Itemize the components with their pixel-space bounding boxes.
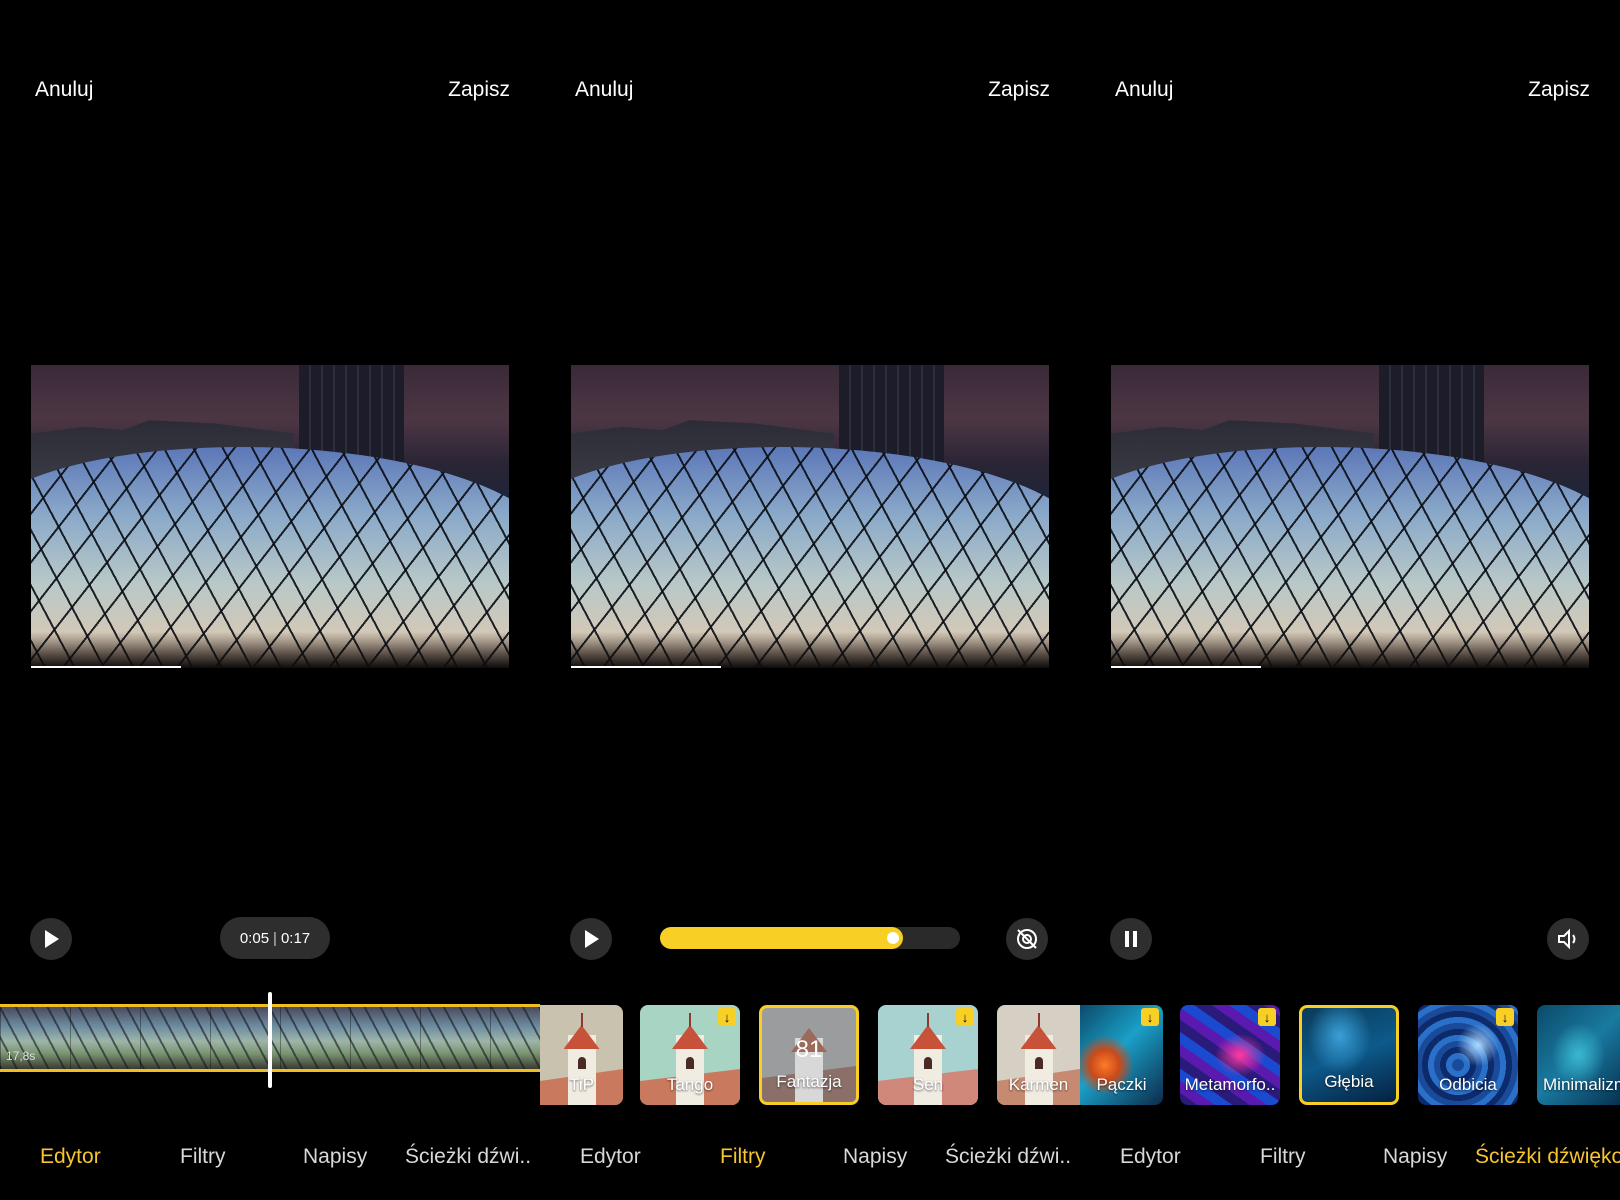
tab-filtry[interactable]: Filtry — [1260, 1145, 1306, 1169]
filter-label: Fantazja — [776, 1072, 842, 1091]
pause-button[interactable] — [1110, 918, 1152, 960]
tab-napisy[interactable]: Napisy — [303, 1145, 367, 1169]
video-preview[interactable] — [31, 365, 509, 668]
soundtrack-panel: Anuluj Zapisz ↓ Pączki ↓ Metamorfo.. Głę… — [1080, 0, 1620, 1200]
filter-label: Tango — [666, 1075, 714, 1094]
filter-label: Karmen — [1008, 1075, 1069, 1094]
preview-progress-line — [1111, 666, 1261, 668]
filter-tip[interactable]: TiP — [540, 1005, 623, 1105]
soundtrack-label: Pączki — [1096, 1075, 1147, 1094]
preview-progress-line — [31, 666, 181, 668]
soundtrack-label: Odbicia — [1439, 1075, 1497, 1094]
slider-knob[interactable] — [887, 932, 899, 944]
time-display: 0:05 | 0:17 — [220, 917, 330, 959]
soundtrack-glebia[interactable]: Głębia — [1299, 1005, 1399, 1105]
play-button[interactable] — [30, 918, 72, 960]
bottom-tabs: Edytor Filtry Napisy Ścieżki dźwi.. — [0, 1145, 540, 1175]
filter-value: 81 — [795, 1036, 823, 1063]
soundtrack-metamorfozy[interactable]: ↓ Metamorfo.. — [1180, 1005, 1280, 1105]
soundtrack-paczki[interactable]: ↓ Pączki — [1080, 1005, 1163, 1105]
hide-original-button[interactable] — [1006, 918, 1048, 960]
cancel-button[interactable]: Anuluj — [35, 78, 93, 102]
tab-edytor[interactable]: Edytor — [1120, 1145, 1181, 1169]
timeline-duration: 17,8s — [6, 1049, 36, 1063]
pause-icon — [1125, 931, 1137, 947]
video-preview[interactable] — [1111, 365, 1589, 668]
save-button[interactable]: Zapisz — [988, 78, 1050, 102]
cancel-button[interactable]: Anuluj — [1115, 78, 1173, 102]
timeline-playhead[interactable] — [268, 992, 272, 1088]
download-icon: ↓ — [718, 1008, 736, 1026]
bottom-tabs: Edytor Filtry Napisy Ścieżki dźwi.. — [540, 1145, 1080, 1175]
filter-tango[interactable]: ↓ Tango — [640, 1005, 740, 1105]
bottom-tabs: Edytor Filtry Napisy Ścieżki dźwiękowe — [1080, 1145, 1620, 1175]
filter-intensity-slider[interactable] — [660, 927, 960, 949]
soundtrack-minimalizm[interactable]: Minimalizm — [1537, 1005, 1620, 1105]
hide-original-icon — [1017, 929, 1037, 949]
cancel-button[interactable]: Anuluj — [575, 78, 633, 102]
filter-fantazja[interactable]: 81 Fantazja — [759, 1005, 859, 1105]
play-icon — [45, 930, 59, 948]
filter-label: Sen — [912, 1075, 944, 1094]
filter-label: TiP — [569, 1075, 594, 1094]
filter-karmen[interactable]: Karmen — [997, 1005, 1080, 1105]
play-icon — [585, 930, 599, 948]
download-icon: ↓ — [1141, 1008, 1159, 1026]
tab-napisy[interactable]: Napisy — [843, 1145, 907, 1169]
time-current: 0:05 — [239, 929, 270, 947]
save-button[interactable]: Zapisz — [1528, 78, 1590, 102]
editor-panel: Anuluj Zapisz 0:05 | 0:17 17,8s Edytor F… — [0, 0, 540, 1200]
save-button[interactable]: Zapisz — [448, 78, 510, 102]
tab-sciezki[interactable]: Ścieżki dźwi.. — [405, 1145, 531, 1169]
tab-sciezki[interactable]: Ścieżki dźwiękowe — [1475, 1145, 1620, 1169]
tab-napisy[interactable]: Napisy — [1383, 1145, 1447, 1169]
download-icon: ↓ — [1258, 1008, 1276, 1026]
soundtrack-label: Głębia — [1324, 1072, 1374, 1091]
filter-list: TiP ↓ Tango 81 Fantazja ↓ Sen Karmen — [540, 1005, 1080, 1105]
preview-progress-line — [571, 666, 721, 668]
tab-filtry[interactable]: Filtry — [180, 1145, 226, 1169]
download-icon: ↓ — [1496, 1008, 1514, 1026]
slider-fill — [660, 927, 903, 949]
tab-filtry[interactable]: Filtry — [720, 1145, 766, 1169]
soundtrack-label: Minimalizm — [1543, 1075, 1620, 1094]
tab-sciezki[interactable]: Ścieżki dźwi.. — [945, 1145, 1071, 1169]
play-button[interactable] — [570, 918, 612, 960]
soundtrack-odbicia[interactable]: ↓ Odbicia — [1418, 1005, 1518, 1105]
soundtrack-list: ↓ Pączki ↓ Metamorfo.. Głębia ↓ Odbicia … — [1080, 1005, 1620, 1105]
time-separator: | — [273, 929, 277, 947]
time-total: 0:17 — [280, 929, 311, 947]
tab-edytor[interactable]: Edytor — [580, 1145, 641, 1169]
volume-button[interactable] — [1547, 918, 1589, 960]
tab-edytor[interactable]: Edytor — [40, 1145, 101, 1169]
filters-panel: Anuluj Zapisz TiP ↓ Tango 81 Fantazja ↓ … — [540, 0, 1080, 1200]
volume-icon — [1558, 928, 1576, 950]
filter-sen[interactable]: ↓ Sen — [878, 1005, 978, 1105]
download-icon: ↓ — [956, 1008, 974, 1026]
soundtrack-label: Metamorfo.. — [1184, 1075, 1276, 1094]
video-preview[interactable] — [571, 365, 1049, 668]
